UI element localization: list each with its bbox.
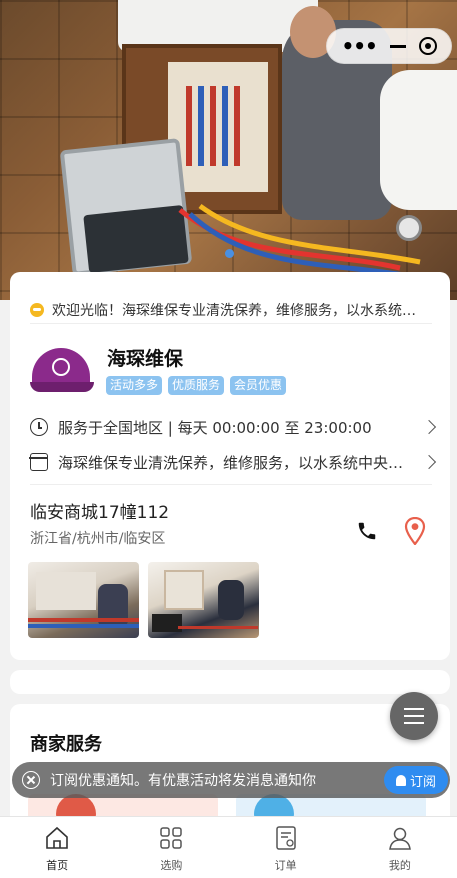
minimize-icon[interactable] [389, 44, 406, 48]
shop-icon [29, 453, 48, 471]
shop-address: 临安商城17幢112 [30, 503, 170, 523]
tab-label: 订单 [274, 859, 297, 872]
tag: 会员优惠 [230, 376, 287, 395]
tag: 活动多多 [106, 376, 163, 395]
shop-photo[interactable] [148, 562, 259, 638]
notice-bar[interactable]: 欢迎光临！海琛维保专业清洗保养，维修服务，以水系统中央空调清洗保养 [30, 296, 432, 324]
shop-intro: 海琛维保专业清洗保养，维修服务，以水系统中央空调清洗保养 [58, 453, 416, 472]
subscribe-button-label: 订阅 [409, 774, 436, 790]
target-close-icon[interactable] [418, 37, 437, 55]
shop-info-card: 欢迎光临！海琛维保专业清洗保养，维修服务，以水系统中央空调清洗保养 海琛维保 活… [10, 272, 450, 660]
shop-name: 海琛维保 [107, 348, 184, 370]
divider [30, 484, 432, 485]
tab-shop[interactable]: 选购 [114, 817, 228, 878]
phone-icon[interactable] [356, 520, 378, 542]
spacer-card [10, 670, 450, 694]
order-icon [275, 826, 296, 850]
chevron-right-icon [421, 419, 437, 435]
menu-fab-button[interactable] [390, 692, 438, 740]
grid-icon [160, 827, 183, 849]
location-icon[interactable] [404, 517, 426, 545]
shop-tags: 活动多多 优质服务 会员优惠 [106, 376, 287, 395]
user-icon [389, 827, 411, 850]
tab-label: 选购 [160, 859, 183, 872]
service-hours: 服务于全国地区 | 每天 00:00:00 至 23:00:00 [58, 418, 372, 437]
tab-label: 我的 [388, 859, 411, 872]
notice-text: 欢迎光临！海琛维保专业清洗保养，维修服务，以水系统中央空调清洗保养 [52, 302, 422, 319]
notice-icon [30, 302, 44, 317]
tab-label: 首页 [46, 859, 69, 872]
section-title: 商家服务 [30, 734, 102, 755]
bottom-tab-bar: 首页 选购 订单 我的 [0, 816, 457, 878]
more-dots-icon[interactable]: ••• [341, 36, 377, 56]
chevron-right-icon [421, 454, 437, 470]
shop-intro-row[interactable]: 海琛维保专业清洗保养，维修服务，以水系统中央空调清洗保养 [29, 449, 437, 475]
tab-home[interactable]: 首页 [0, 817, 114, 878]
subscribe-button[interactable]: 订阅 [384, 766, 448, 794]
tab-mine[interactable]: 我的 [343, 817, 457, 878]
subscribe-bar: 订阅优惠通知。有优惠活动将发消息通知你 订阅 [12, 762, 450, 798]
service-hours-row[interactable]: 服务于全国地区 | 每天 00:00:00 至 23:00:00 [30, 414, 437, 440]
close-icon[interactable] [22, 771, 40, 789]
shop-region: 浙江省/杭州市/临安区 [30, 531, 166, 547]
clock-icon [30, 418, 48, 436]
home-icon [46, 826, 68, 849]
shop-logo [30, 342, 94, 398]
tag: 优质服务 [168, 376, 225, 395]
miniapp-capsule: ••• [326, 28, 452, 64]
carousel-indicator[interactable] [225, 249, 234, 258]
bell-icon [395, 774, 406, 786]
tab-orders[interactable]: 订单 [229, 817, 343, 878]
shop-photo[interactable] [28, 562, 139, 638]
